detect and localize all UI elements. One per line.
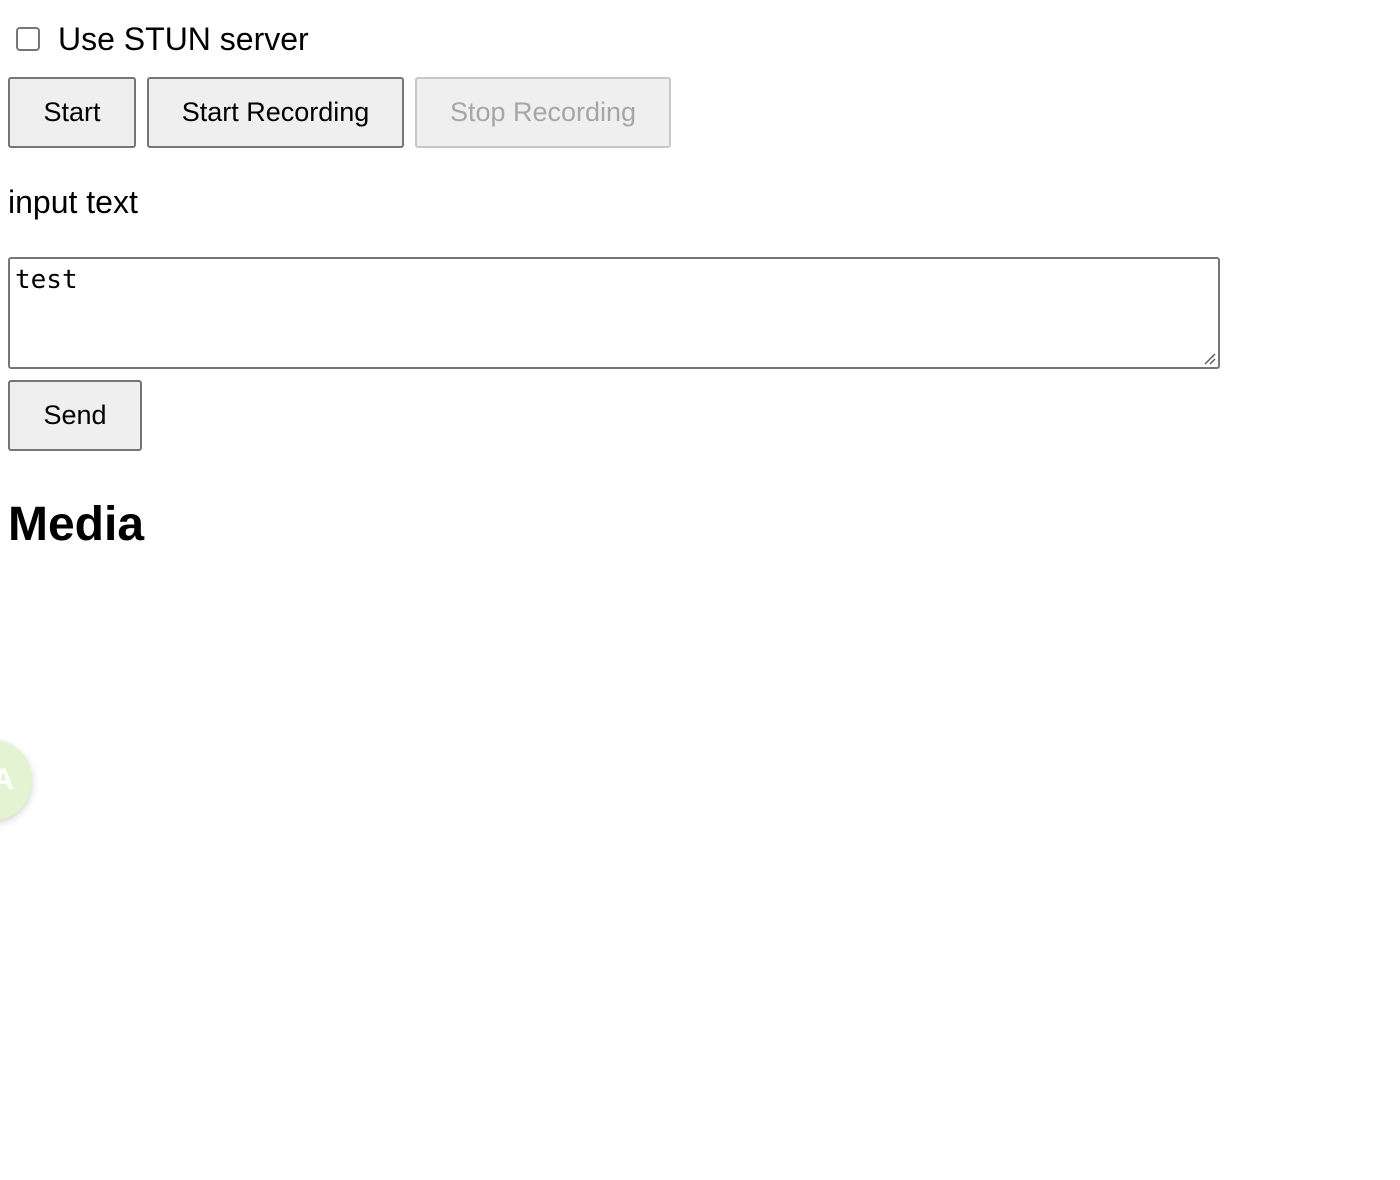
resize-handle-icon[interactable]: [1202, 351, 1216, 365]
send-button[interactable]: Send: [8, 380, 142, 451]
text-input[interactable]: test: [8, 257, 1220, 369]
use-stun-checkbox[interactable]: [16, 27, 40, 51]
start-button[interactable]: Start: [8, 77, 136, 148]
input-text-label: input text: [8, 184, 138, 220]
start-recording-button[interactable]: Start Recording: [147, 77, 404, 148]
media-heading: Media: [8, 498, 145, 551]
floating-assistant-button[interactable]: A: [0, 740, 32, 820]
use-stun-label[interactable]: Use STUN server: [58, 22, 309, 56]
stop-recording-button[interactable]: Stop Recording: [415, 77, 671, 148]
text-input-container: test: [8, 257, 1220, 369]
floating-assistant-label: A: [0, 763, 14, 796]
stun-option: Use STUN server: [16, 22, 309, 56]
